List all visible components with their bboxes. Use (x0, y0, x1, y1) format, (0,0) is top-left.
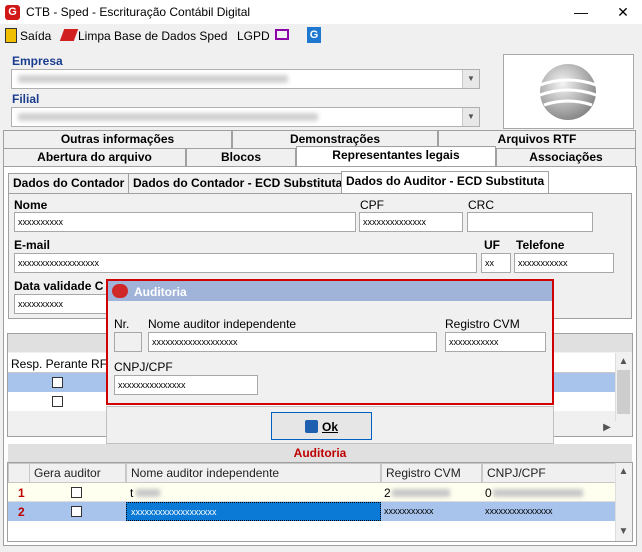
email-input[interactable]: xxxxxxxxxxxxxxxxxx (14, 253, 477, 273)
globe-logo-icon (539, 64, 597, 120)
row-cnpj: xxxxxxxxxxxxxxx (485, 506, 553, 516)
row-number: 2 (18, 505, 25, 519)
row-nome-selected[interactable]: xxxxxxxxxxxxxxxxxxx (126, 502, 381, 521)
scroll-up-icon[interactable]: ▲ (616, 356, 631, 367)
nome-label: Nome (14, 198, 48, 212)
filial-combo[interactable]: ▼ (11, 107, 480, 127)
nr-input[interactable] (114, 332, 142, 352)
col-header-nr (8, 463, 30, 483)
auditoria-grid-title: Auditoria (8, 444, 632, 462)
registro-cvm-label: Registro CVM (445, 317, 520, 331)
minimize-button[interactable]: — (566, 2, 596, 22)
filial-label: Filial (12, 92, 40, 106)
crc-label: CRC (468, 198, 494, 212)
resp-header-label: Resp. Perante RFB (11, 357, 116, 371)
uf-input[interactable]: xx (481, 253, 511, 273)
subtab-dados-contador-ecd[interactable]: Dados do Contador - ECD Substituta (128, 173, 348, 193)
row-registro-blur (392, 489, 450, 497)
cnpj-input[interactable]: xxxxxxxxxxxxxxx (114, 375, 258, 395)
empresa-label: Empresa (12, 54, 63, 68)
close-button[interactable]: ✕ (608, 2, 638, 22)
data-validade-label: Data validade C (14, 279, 104, 293)
nome-auditor-input[interactable]: xxxxxxxxxxxxxxxxxxx (148, 332, 437, 352)
auditoria-dialog: Auditoria Nr. Nome auditor independente … (106, 279, 554, 405)
resp-checkbox-2[interactable] (52, 396, 63, 407)
nr-label: Nr. (114, 317, 130, 331)
dialog-title: Auditoria (134, 285, 187, 299)
scroll-up-icon[interactable]: ▲ (616, 466, 631, 477)
window-title: CTB - Sped - Escrituração Contábil Digit… (26, 5, 251, 19)
row-cnpj: 0 (485, 486, 492, 500)
chevron-down-icon[interactable]: ▼ (462, 70, 479, 88)
crc-input[interactable] (467, 212, 593, 232)
gera-auditor-checkbox-1[interactable] (71, 487, 82, 498)
dialog-logo-icon (112, 284, 128, 298)
nome-input[interactable]: xxxxxxxxxx (14, 212, 356, 232)
tab-abertura-arquivo[interactable]: Abertura do arquivo (3, 148, 186, 166)
col-header-cnpj: CNPJ/CPF (482, 463, 616, 483)
cnpj-label: CNPJ/CPF (114, 360, 173, 374)
col-header-gera-auditor: Gera auditor (29, 463, 126, 483)
lgpd-menu-item[interactable]: LGPD (237, 29, 270, 43)
row-cnpj-blur (493, 489, 583, 497)
app-g-icon[interactable]: G (307, 27, 321, 43)
scroll-down-icon[interactable]: ▼ (616, 526, 631, 537)
gera-auditor-checkbox-2[interactable] (71, 506, 82, 517)
tab-associacoes[interactable]: Associações (496, 148, 636, 166)
tab-representantes-legais[interactable]: Representantes legais (296, 146, 496, 166)
row-nome: t (130, 486, 134, 500)
app-logo-icon: G (5, 5, 20, 20)
subtab-dados-auditor-ecd[interactable]: Dados do Auditor - ECD Substituta (341, 171, 550, 193)
resp-checkbox-1[interactable] (52, 377, 63, 388)
tab-blocos[interactable]: Blocos (186, 148, 296, 166)
save-icon (305, 420, 318, 433)
nome-auditor-label: Nome auditor independente (148, 317, 297, 331)
tab-outras-informacoes[interactable]: Outras informações (3, 130, 232, 148)
col-header-registro: Registro CVM (381, 463, 482, 483)
scroll-thumb[interactable] (617, 370, 630, 414)
chevron-down-icon[interactable]: ▼ (462, 108, 479, 126)
empresa-combo[interactable]: ▼ (11, 69, 480, 89)
data-validade-input[interactable]: xxxxxxxxxx (14, 294, 108, 314)
exit-icon[interactable] (5, 28, 17, 43)
email-label: E-mail (14, 238, 51, 252)
ok-label: Ok (322, 420, 339, 434)
telefone-input[interactable]: xxxxxxxxxxx (514, 253, 614, 273)
telefone-label: Telefone (516, 238, 565, 252)
clear-db-menu-item[interactable]: Limpa Base de Dados Sped (78, 29, 227, 43)
subtab-dados-contador[interactable]: Dados do Contador (8, 173, 130, 193)
monitor-icon[interactable] (275, 29, 289, 40)
scroll-right-icon[interactable]: ▶ (600, 422, 614, 433)
col-header-nome: Nome auditor independente (126, 463, 381, 483)
registro-cvm-input[interactable]: xxxxxxxxxxx (445, 332, 546, 352)
uf-label: UF (484, 238, 500, 252)
row-registro: 2 (384, 486, 391, 500)
row-registro: xxxxxxxxxxx (384, 506, 434, 516)
exit-menu-item[interactable]: Saída (20, 29, 51, 43)
row-nome-blur (136, 489, 160, 497)
company-logo-box (503, 54, 634, 129)
cpf-label: CPF (360, 198, 384, 212)
row-number: 1 (18, 486, 25, 500)
cpf-input[interactable]: xxxxxxxxxxxxxx (359, 212, 463, 232)
ok-button[interactable]: Ok (271, 412, 372, 440)
